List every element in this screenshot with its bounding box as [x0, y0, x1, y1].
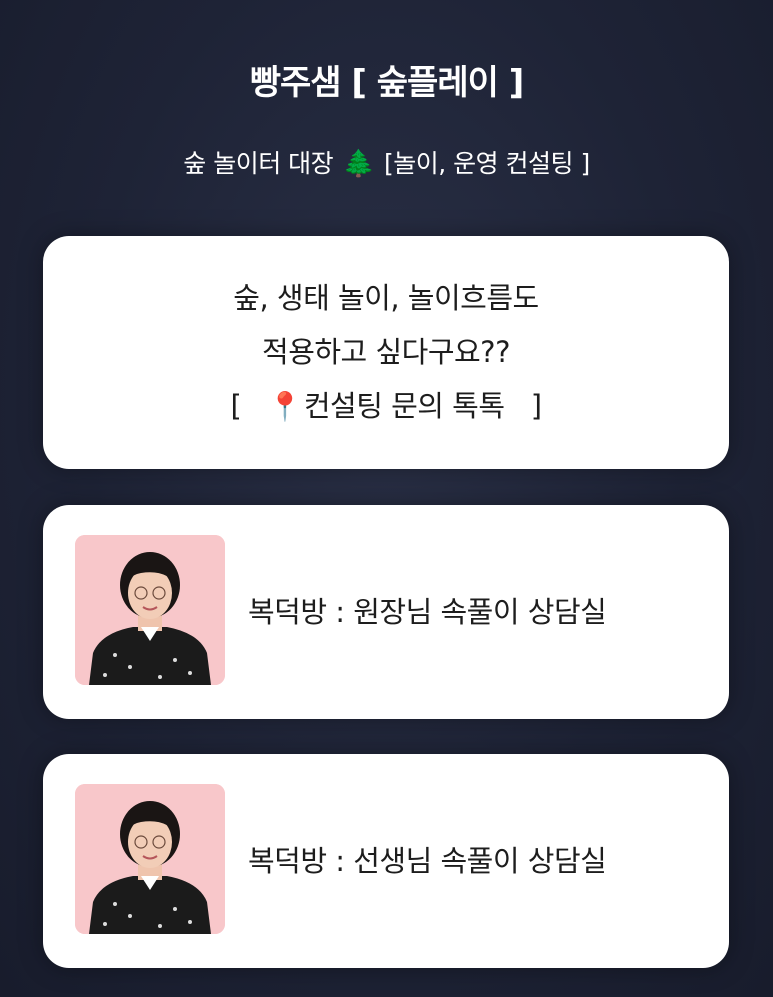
page-subtitle: 숲 놀이터 대장 🌲 [놀이, 운영 컨설팅 ] [0, 142, 773, 186]
consult-link-card[interactable]: 숲, 생태 놀이, 놀이흐름도 적용하고 싶다구요?? [ 📍컨설팅 문의 톡톡… [43, 236, 729, 469]
subtitle-text-after: [놀이, 운영 컨설팅 ] [383, 149, 590, 178]
page-title: 빵주샘 [ 숲플레이 ] [249, 63, 525, 103]
subtitle-text-before: 숲 놀이터 대장 [183, 149, 334, 178]
consult-line-1: 숲, 생태 놀이, 놀이흐름도 [233, 281, 539, 315]
teacher-counseling-label: 복덕방 : 선생님 속풀이 상담실 [248, 844, 607, 878]
bracket-open: [ [230, 389, 242, 423]
consult-line-2: 적용하고 싶다구요?? [262, 335, 510, 369]
bracket-close: ] [530, 389, 542, 423]
evergreen-tree-icon: 🌲 [342, 149, 375, 179]
director-counseling-label: 복덕방 : 원장님 속풀이 상담실 [248, 595, 607, 629]
consult-line-3-text: 컨설팅 문의 톡톡 [303, 389, 505, 423]
teacher-counseling-link-card[interactable]: 복덕방 : 선생님 속풀이 상담실 [43, 754, 729, 968]
director-counseling-link-card[interactable]: 복덕방 : 원장님 속풀이 상담실 [43, 505, 729, 719]
avatar [75, 535, 225, 685]
pushpin-icon: 📍 [267, 390, 302, 423]
avatar [75, 784, 225, 934]
consult-line-3: [ 📍컨설팅 문의 톡톡 ] [43, 379, 729, 434]
